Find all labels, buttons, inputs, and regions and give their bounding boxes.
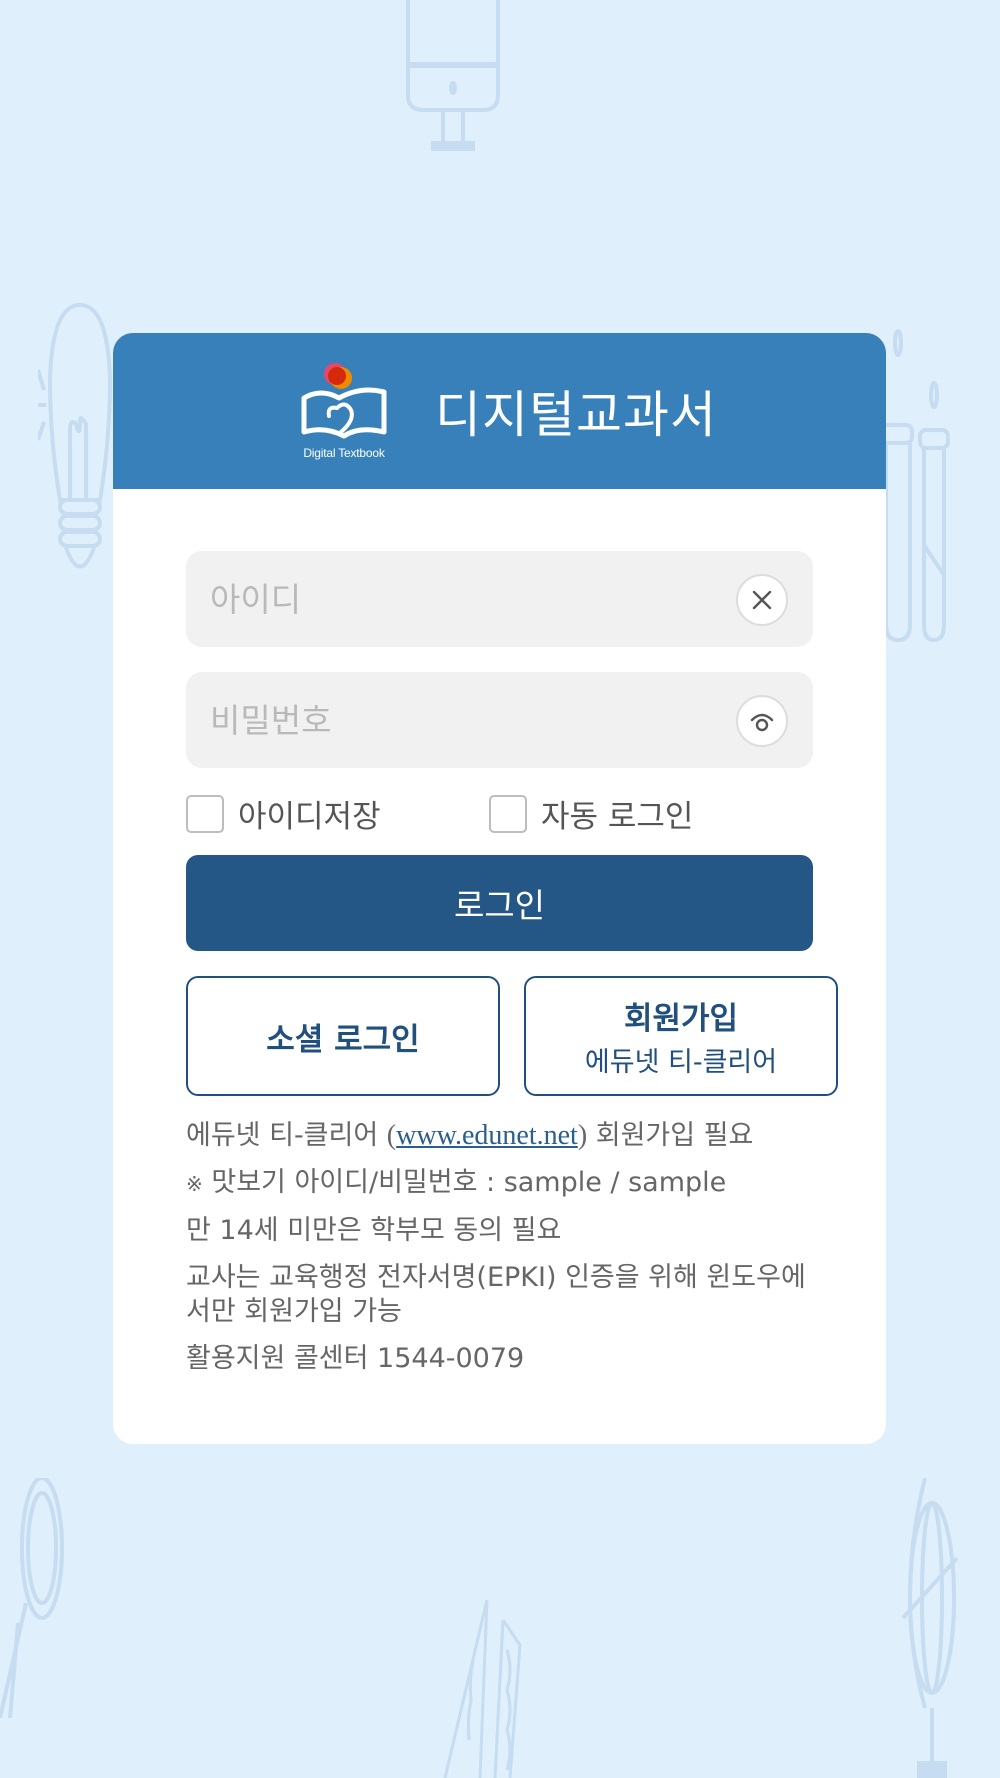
monitor-illustration bbox=[405, 0, 501, 155]
social-login-label: 소셜 로그인 bbox=[266, 1021, 420, 1058]
login-card: Digital Textbook 디지털교과서 아이디저장 자동 로그인 bbox=[113, 333, 886, 1444]
checkbox-box[interactable] bbox=[489, 794, 527, 833]
note-text: 에듀넷 티-클리어 bbox=[186, 1120, 387, 1151]
card-header: Digital Textbook 디지털교과서 bbox=[113, 333, 886, 489]
eye-icon bbox=[750, 713, 774, 732]
remember-id-checkbox[interactable]: 아이디저장 bbox=[186, 791, 381, 836]
password-field bbox=[186, 672, 813, 768]
signup-label: 회원가입 bbox=[623, 1001, 739, 1037]
magnifier-illustration bbox=[0, 1478, 70, 1718]
sample-account-note: ※ 맛보기 아이디/비밀번호 : sample / sample bbox=[186, 1166, 826, 1201]
auto-login-label: 자동 로그인 bbox=[541, 799, 694, 835]
clear-id-button[interactable] bbox=[736, 574, 788, 626]
ruler-illustration bbox=[425, 1600, 535, 1778]
login-button[interactable]: 로그인 bbox=[186, 855, 813, 951]
note-text: 맛보기 아이디/비밀번호 : sample / sample bbox=[202, 1167, 727, 1198]
globe-illustration bbox=[895, 1478, 965, 1778]
reference-mark: ※ bbox=[186, 1172, 203, 1196]
lightbulb-illustration bbox=[38, 300, 118, 590]
paren: ) bbox=[577, 1120, 588, 1151]
callcenter-note: 활용지원 콜센터 1544-0079 bbox=[186, 1343, 525, 1374]
paren: ( bbox=[386, 1120, 397, 1151]
age-consent-note: 만 14세 미만은 학부모 동의 필요 bbox=[186, 1215, 562, 1246]
signup-sublabel: 에듀넷 티-클리어 bbox=[584, 1047, 778, 1078]
info-notes: 에듀넷 티-클리어 (www.edunet.net) 회원가입 필요 ※ 맛보기… bbox=[186, 1119, 826, 1389]
show-password-button[interactable] bbox=[736, 695, 788, 747]
social-login-button[interactable]: 소셜 로그인 bbox=[186, 976, 500, 1096]
digital-textbook-logo: Digital Textbook bbox=[289, 360, 399, 460]
book-logo-icon bbox=[301, 363, 387, 439]
remember-id-label: 아이디저장 bbox=[238, 799, 381, 835]
signup-button[interactable]: 회원가입 에듀넷 티-클리어 bbox=[524, 976, 838, 1096]
password-input[interactable] bbox=[210, 672, 710, 768]
checkbox-box[interactable] bbox=[186, 794, 224, 833]
app-title: 디지털교과서 bbox=[435, 386, 717, 444]
close-icon bbox=[752, 590, 772, 610]
logo-caption: Digital Textbook bbox=[303, 446, 385, 460]
edunet-link[interactable]: www.edunet.net bbox=[396, 1120, 578, 1151]
id-input[interactable] bbox=[210, 551, 710, 647]
id-field bbox=[186, 551, 813, 647]
teacher-epki-note: 교사는 교육행정 전자서명(EPKI) 인증을 위해 윈도우에서만 회원가입 가… bbox=[186, 1262, 806, 1327]
signup-required-note: 에듀넷 티-클리어 (www.edunet.net) 회원가입 필요 bbox=[186, 1119, 826, 1153]
auto-login-checkbox[interactable]: 자동 로그인 bbox=[489, 791, 693, 836]
login-options: 아이디저장 자동 로그인 bbox=[186, 791, 813, 835]
note-text: 회원가입 필요 bbox=[587, 1120, 754, 1151]
test-tube-illustration bbox=[880, 325, 950, 645]
